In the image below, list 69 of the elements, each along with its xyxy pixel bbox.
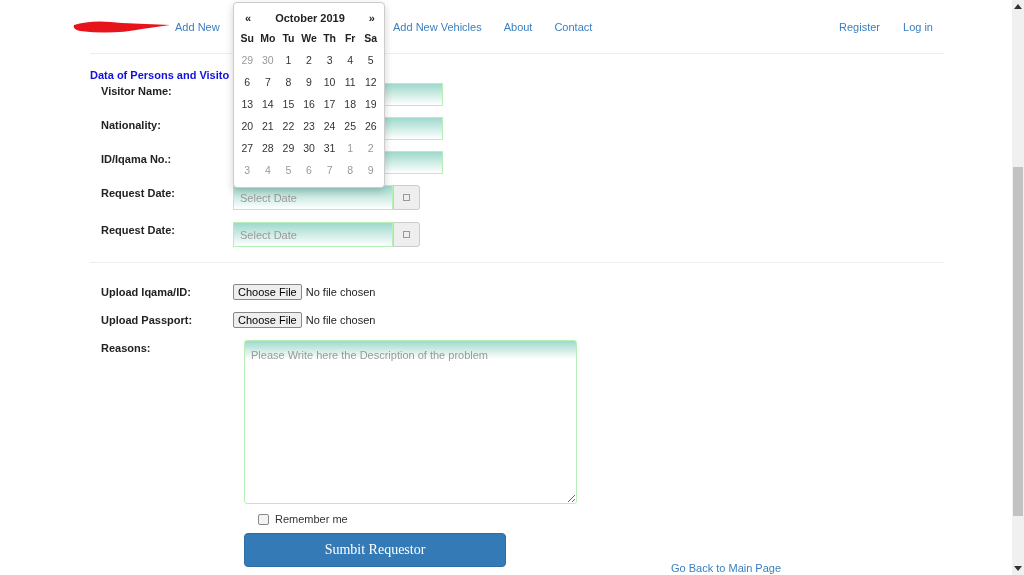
- calendar-day[interactable]: 19: [360, 98, 382, 110]
- submit-button[interactable]: Sumbit Requestor: [244, 533, 506, 567]
- nav-link[interactable]: About: [503, 20, 533, 33]
- calendar-day[interactable]: 25: [339, 120, 361, 132]
- calendar-day[interactable]: 13: [237, 98, 258, 110]
- reasons-field[interactable]: Please Write here the Description of the problem: [244, 340, 577, 504]
- nav-link[interactable]: Contact: [554, 20, 593, 33]
- calendar-day[interactable]: 8: [278, 76, 299, 88]
- weekday-label: Mo: [259, 32, 277, 44]
- calendar-day[interactable]: 21: [257, 120, 279, 132]
- nav-link[interactable]: Add New Vehicles: [393, 20, 482, 33]
- calendar-day[interactable]: 22: [278, 120, 299, 132]
- calendar-day[interactable]: 24: [319, 120, 340, 132]
- scroll-down-icon[interactable]: [1014, 566, 1022, 571]
- calendar-day[interactable]: 5: [360, 54, 382, 66]
- calendar-day[interactable]: 27: [237, 142, 258, 154]
- month-title[interactable]: October 2019: [275, 12, 345, 24]
- calendar-day[interactable]: 29: [278, 142, 299, 154]
- field-label: Reasons:: [100, 341, 152, 354]
- calendar-day[interactable]: 18: [339, 98, 361, 110]
- nav-link[interactable]: Log in: [903, 20, 933, 33]
- calendar-day[interactable]: 11: [339, 76, 361, 88]
- calendar-day[interactable]: 23: [298, 120, 320, 132]
- weekday-label: We: [300, 32, 318, 44]
- field-label: ID/Iqama No.:: [100, 152, 173, 165]
- checkbox[interactable]: [258, 513, 269, 525]
- choose-file-button[interactable]: Choose File: [233, 284, 302, 300]
- calendar-day[interactable]: 10: [319, 76, 340, 88]
- calendar-button[interactable]: [393, 222, 420, 247]
- scrollbar[interactable]: [1012, 0, 1024, 575]
- back-link[interactable]: Go Back to Main Page: [671, 562, 782, 574]
- calendar-day[interactable]: 6: [237, 76, 258, 88]
- calendar-day[interactable]: 20: [237, 120, 258, 132]
- calendar-day[interactable]: 2: [298, 54, 320, 66]
- calendar-day[interactable]: 17: [319, 98, 340, 110]
- calendar-day[interactable]: 3: [319, 54, 340, 66]
- calendar-day[interactable]: 31: [319, 142, 340, 154]
- field-label: Upload Passport:: [100, 314, 194, 326]
- weekday-label: Su: [239, 32, 255, 44]
- calendar-day[interactable]: 1: [278, 54, 299, 66]
- field-label: Nationality:: [100, 118, 162, 131]
- file-status: No file chosen: [305, 286, 376, 298]
- field-label: Request Date:: [100, 223, 176, 236]
- calendar-day[interactable]: 9: [298, 76, 320, 88]
- field-label: Visitor Name:: [100, 84, 173, 97]
- weekday-label: Tu: [281, 32, 296, 44]
- calendar-day[interactable]: 30: [298, 142, 320, 154]
- weekday-label: Th: [322, 32, 337, 44]
- next-month-button[interactable]: »: [368, 12, 375, 24]
- calendar-day[interactable]: 12: [360, 76, 382, 88]
- field-label: Upload Iqama/ID:: [100, 286, 192, 298]
- calendar-day[interactable]: 15: [278, 98, 299, 110]
- calendar-day[interactable]: 7: [257, 76, 279, 88]
- scroll-up-icon[interactable]: [1014, 4, 1022, 9]
- choose-file-button[interactable]: Choose File: [233, 312, 302, 328]
- calendar-day[interactable]: 4: [339, 54, 361, 66]
- checkbox-label: Remember me: [275, 513, 348, 525]
- calendar-day[interactable]: 14: [257, 98, 279, 110]
- weekday-label: Fr: [343, 32, 357, 44]
- date-field[interactable]: Select Date: [233, 222, 393, 247]
- file-status: No file chosen: [305, 314, 376, 326]
- previous-month-button[interactable]: «: [245, 12, 252, 24]
- calendar-day[interactable]: 28: [257, 142, 279, 154]
- nav-link[interactable]: Register: [839, 20, 880, 33]
- calendar-button[interactable]: [393, 185, 420, 210]
- calendar-day[interactable]: 16: [298, 98, 320, 110]
- calendar-day[interactable]: 26: [360, 120, 382, 132]
- field-label: Request Date:: [100, 186, 176, 199]
- weekday-label: Sa: [363, 32, 379, 44]
